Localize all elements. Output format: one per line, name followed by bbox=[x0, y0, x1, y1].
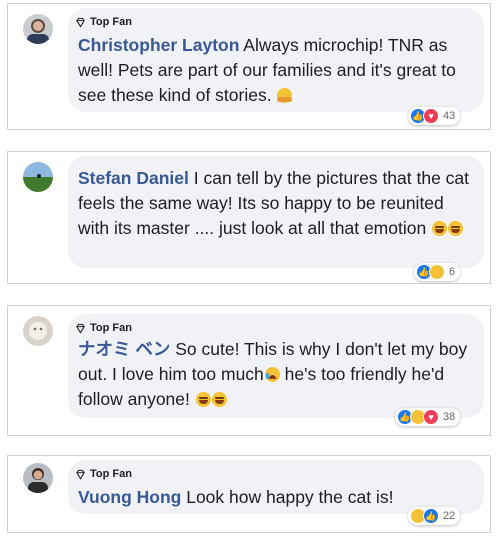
top-fan-badge: Top Fan bbox=[75, 16, 132, 28]
reaction-count: 22 bbox=[443, 510, 456, 522]
top-fan-badge: Top Fan bbox=[75, 322, 132, 334]
comment-bubble: Top Fan Vuong Hong Look how happy the ca… bbox=[68, 460, 484, 514]
diamond-icon bbox=[76, 323, 85, 334]
love-icon: ♥ bbox=[423, 409, 439, 425]
haha-icon bbox=[429, 264, 445, 280]
grinning-emoji-icon bbox=[195, 392, 211, 407]
grinning-emoji-icon bbox=[432, 221, 448, 236]
comment-card: Top Fan Christopher Layton Always microc… bbox=[7, 3, 491, 130]
top-fan-label: Top Fan bbox=[90, 468, 132, 480]
top-fan-label: Top Fan bbox=[90, 16, 132, 28]
comment-card: Top Fan ナオミ ベン So cute! This is why I do… bbox=[7, 305, 491, 436]
author-name[interactable]: ナオミ ベン bbox=[78, 339, 170, 359]
reaction-summary[interactable]: 👍 6 bbox=[414, 263, 461, 281]
top-fan-badge: Top Fan bbox=[75, 468, 132, 480]
hugging-emoji-icon bbox=[277, 88, 293, 103]
grinning-emoji-icon bbox=[211, 392, 227, 407]
avatar[interactable] bbox=[23, 463, 53, 493]
reaction-count: 43 bbox=[443, 110, 456, 122]
avatar-image bbox=[23, 463, 53, 493]
comment-text: Stefan Daniel I can tell by the pictures… bbox=[78, 166, 476, 241]
avatar-image bbox=[23, 162, 53, 192]
reaction-summary[interactable]: 👍 22 bbox=[408, 507, 461, 525]
comment-bubble: Top Fan Christopher Layton Always microc… bbox=[68, 8, 484, 112]
reaction-count: 6 bbox=[449, 266, 456, 278]
author-name[interactable]: Vuong Hong bbox=[78, 487, 181, 507]
avatar[interactable] bbox=[23, 316, 53, 346]
avatar[interactable] bbox=[23, 14, 53, 44]
comment-card: Stefan Daniel I can tell by the pictures… bbox=[7, 151, 491, 284]
comment-text: ナオミ ベン So cute! This is why I don't let … bbox=[78, 337, 476, 412]
like-icon: 👍 bbox=[423, 508, 439, 524]
author-name[interactable]: Stefan Daniel bbox=[78, 168, 189, 188]
avatar-image bbox=[23, 316, 53, 346]
diamond-icon bbox=[76, 469, 85, 480]
comment-bubble: Top Fan ナオミ ベン So cute! This is why I do… bbox=[68, 314, 484, 418]
reaction-count: 38 bbox=[443, 411, 456, 423]
reaction-summary[interactable]: 👍 ♥ 43 bbox=[408, 107, 461, 125]
comment-text: Christopher Layton Always microchip! TNR… bbox=[78, 33, 476, 108]
top-fan-label: Top Fan bbox=[90, 322, 132, 334]
comment-bubble: Stefan Daniel I can tell by the pictures… bbox=[68, 156, 484, 268]
grinning-emoji-icon bbox=[448, 221, 464, 236]
avatar[interactable] bbox=[23, 162, 53, 192]
love-icon: ♥ bbox=[423, 108, 439, 124]
comment-body: Look how happy the cat is! bbox=[181, 487, 394, 507]
avatar-image bbox=[23, 14, 53, 44]
author-name[interactable]: Christopher Layton bbox=[78, 35, 239, 55]
reaction-summary[interactable]: 👍 ♥ 38 bbox=[395, 408, 461, 426]
diamond-icon bbox=[76, 17, 85, 28]
crying-emoji-icon bbox=[264, 367, 280, 382]
comment-card: Top Fan Vuong Hong Look how happy the ca… bbox=[7, 455, 491, 533]
